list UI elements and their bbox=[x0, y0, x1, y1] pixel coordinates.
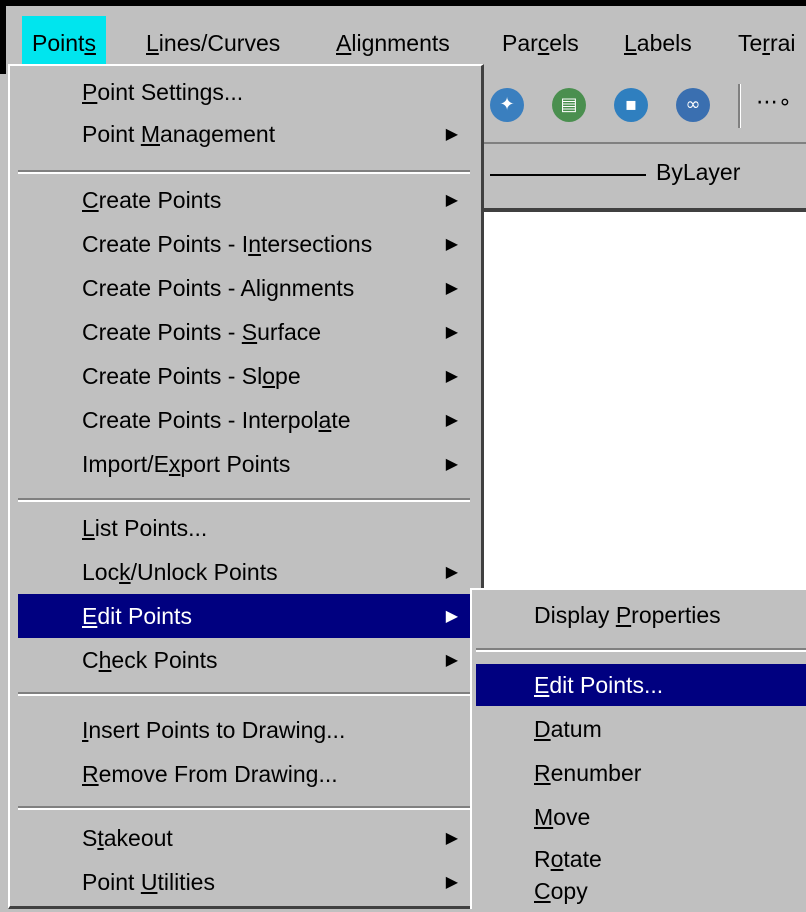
submenu-arrow-icon: ▶ bbox=[445, 278, 458, 297]
menu-parcels[interactable]: Parcels bbox=[492, 16, 589, 70]
menu-alignments[interactable]: Alignments bbox=[326, 16, 460, 70]
submenu-arrow-icon: ▶ bbox=[445, 190, 458, 209]
menu-terrain[interactable]: Terrai bbox=[728, 16, 806, 70]
menu-labels[interactable]: Labels bbox=[614, 16, 702, 70]
menu-item-list-points[interactable]: List Points... bbox=[18, 506, 470, 550]
toolbar: ✦ ▤ ▪ ∞ ⋯∘ bbox=[476, 74, 806, 144]
globe-icon[interactable]: ✦ bbox=[490, 88, 524, 122]
menu-points[interactable]: Points bbox=[22, 16, 106, 70]
menu-item-create-points-interpolate[interactable]: Create Points - Interpolate ▶ bbox=[18, 398, 470, 442]
menu-separator bbox=[476, 648, 806, 652]
menu-item-edit-points[interactable]: Edit Points ▶ bbox=[18, 594, 470, 638]
menu-item-create-points-slope[interactable]: Create Points - Slope ▶ bbox=[18, 354, 470, 398]
menu-item-point-management[interactable]: Point Management ▶ bbox=[18, 112, 470, 156]
menu-lines-curves[interactable]: Lines/Curves bbox=[136, 16, 290, 70]
submenu-arrow-icon: ▶ bbox=[445, 562, 458, 581]
menu-separator bbox=[18, 806, 470, 810]
menu-item-create-points[interactable]: Create Points ▶ bbox=[18, 178, 470, 222]
edit-points-submenu: Display Properties Edit Points... Datum … bbox=[470, 588, 806, 909]
submenu-item-renumber[interactable]: Renumber bbox=[476, 752, 806, 794]
menu-separator bbox=[18, 692, 470, 696]
linetype-bar: ByLayer bbox=[476, 146, 806, 212]
menu-item-insert-points-to-drawing[interactable]: Insert Points to Drawing... bbox=[18, 708, 470, 752]
submenu-item-move[interactable]: Move bbox=[476, 796, 806, 838]
menu-item-remove-from-drawing[interactable]: Remove From Drawing... bbox=[18, 752, 470, 796]
submenu-arrow-icon: ▶ bbox=[445, 650, 458, 669]
menu-bar: Points Lines/Curves Alignments Parcels L… bbox=[0, 0, 806, 74]
submenu-item-copy[interactable]: Copy bbox=[476, 870, 806, 912]
toolbar-separator bbox=[738, 84, 741, 128]
menu-item-create-points-surface[interactable]: Create Points - Surface ▶ bbox=[18, 310, 470, 354]
menu-item-check-points[interactable]: Check Points ▶ bbox=[18, 638, 470, 682]
submenu-arrow-icon: ▶ bbox=[445, 124, 458, 143]
submenu-arrow-icon: ▶ bbox=[445, 234, 458, 253]
submenu-arrow-icon: ▶ bbox=[445, 454, 458, 473]
linetype-sample bbox=[490, 174, 646, 176]
save-globe-icon[interactable]: ▪ bbox=[614, 88, 648, 122]
submenu-arrow-icon: ▶ bbox=[445, 366, 458, 385]
submenu-arrow-icon: ▶ bbox=[445, 828, 458, 847]
submenu-item-datum[interactable]: Datum bbox=[476, 708, 806, 750]
menu-item-import-export-points[interactable]: Import/Export Points ▶ bbox=[18, 442, 470, 486]
submenu-arrow-icon: ▶ bbox=[445, 410, 458, 429]
submenu-item-display-properties[interactable]: Display Properties bbox=[476, 594, 806, 636]
linetype-dropdown[interactable]: ByLayer bbox=[656, 159, 740, 186]
menu-separator bbox=[18, 498, 470, 502]
submenu-arrow-icon: ▶ bbox=[445, 606, 458, 625]
menu-item-stakeout[interactable]: Stakeout ▶ bbox=[18, 816, 470, 860]
points-menu: Point Settings... Point Management ▶ Crea… bbox=[8, 64, 484, 909]
submenu-arrow-icon: ▶ bbox=[445, 872, 458, 891]
menu-item-create-points-intersections[interactable]: Create Points - Intersections ▶ bbox=[18, 222, 470, 266]
submenu-item-edit-points[interactable]: Edit Points... bbox=[476, 664, 806, 706]
menu-separator bbox=[18, 170, 470, 174]
submenu-arrow-icon: ▶ bbox=[445, 322, 458, 341]
printer-globe-icon[interactable]: ▤ bbox=[552, 88, 586, 122]
menu-item-point-utilities[interactable]: Point Utilities ▶ bbox=[18, 860, 470, 904]
menu-item-point-settings[interactable]: Point Settings... bbox=[18, 70, 470, 114]
line-tool-icon[interactable]: ⋯∘ bbox=[756, 90, 792, 115]
menu-item-create-points-alignments[interactable]: Create Points - Alignments ▶ bbox=[18, 266, 470, 310]
menu-item-lock-unlock-points[interactable]: Lock/Unlock Points ▶ bbox=[18, 550, 470, 594]
link-globe-icon[interactable]: ∞ bbox=[676, 88, 710, 122]
